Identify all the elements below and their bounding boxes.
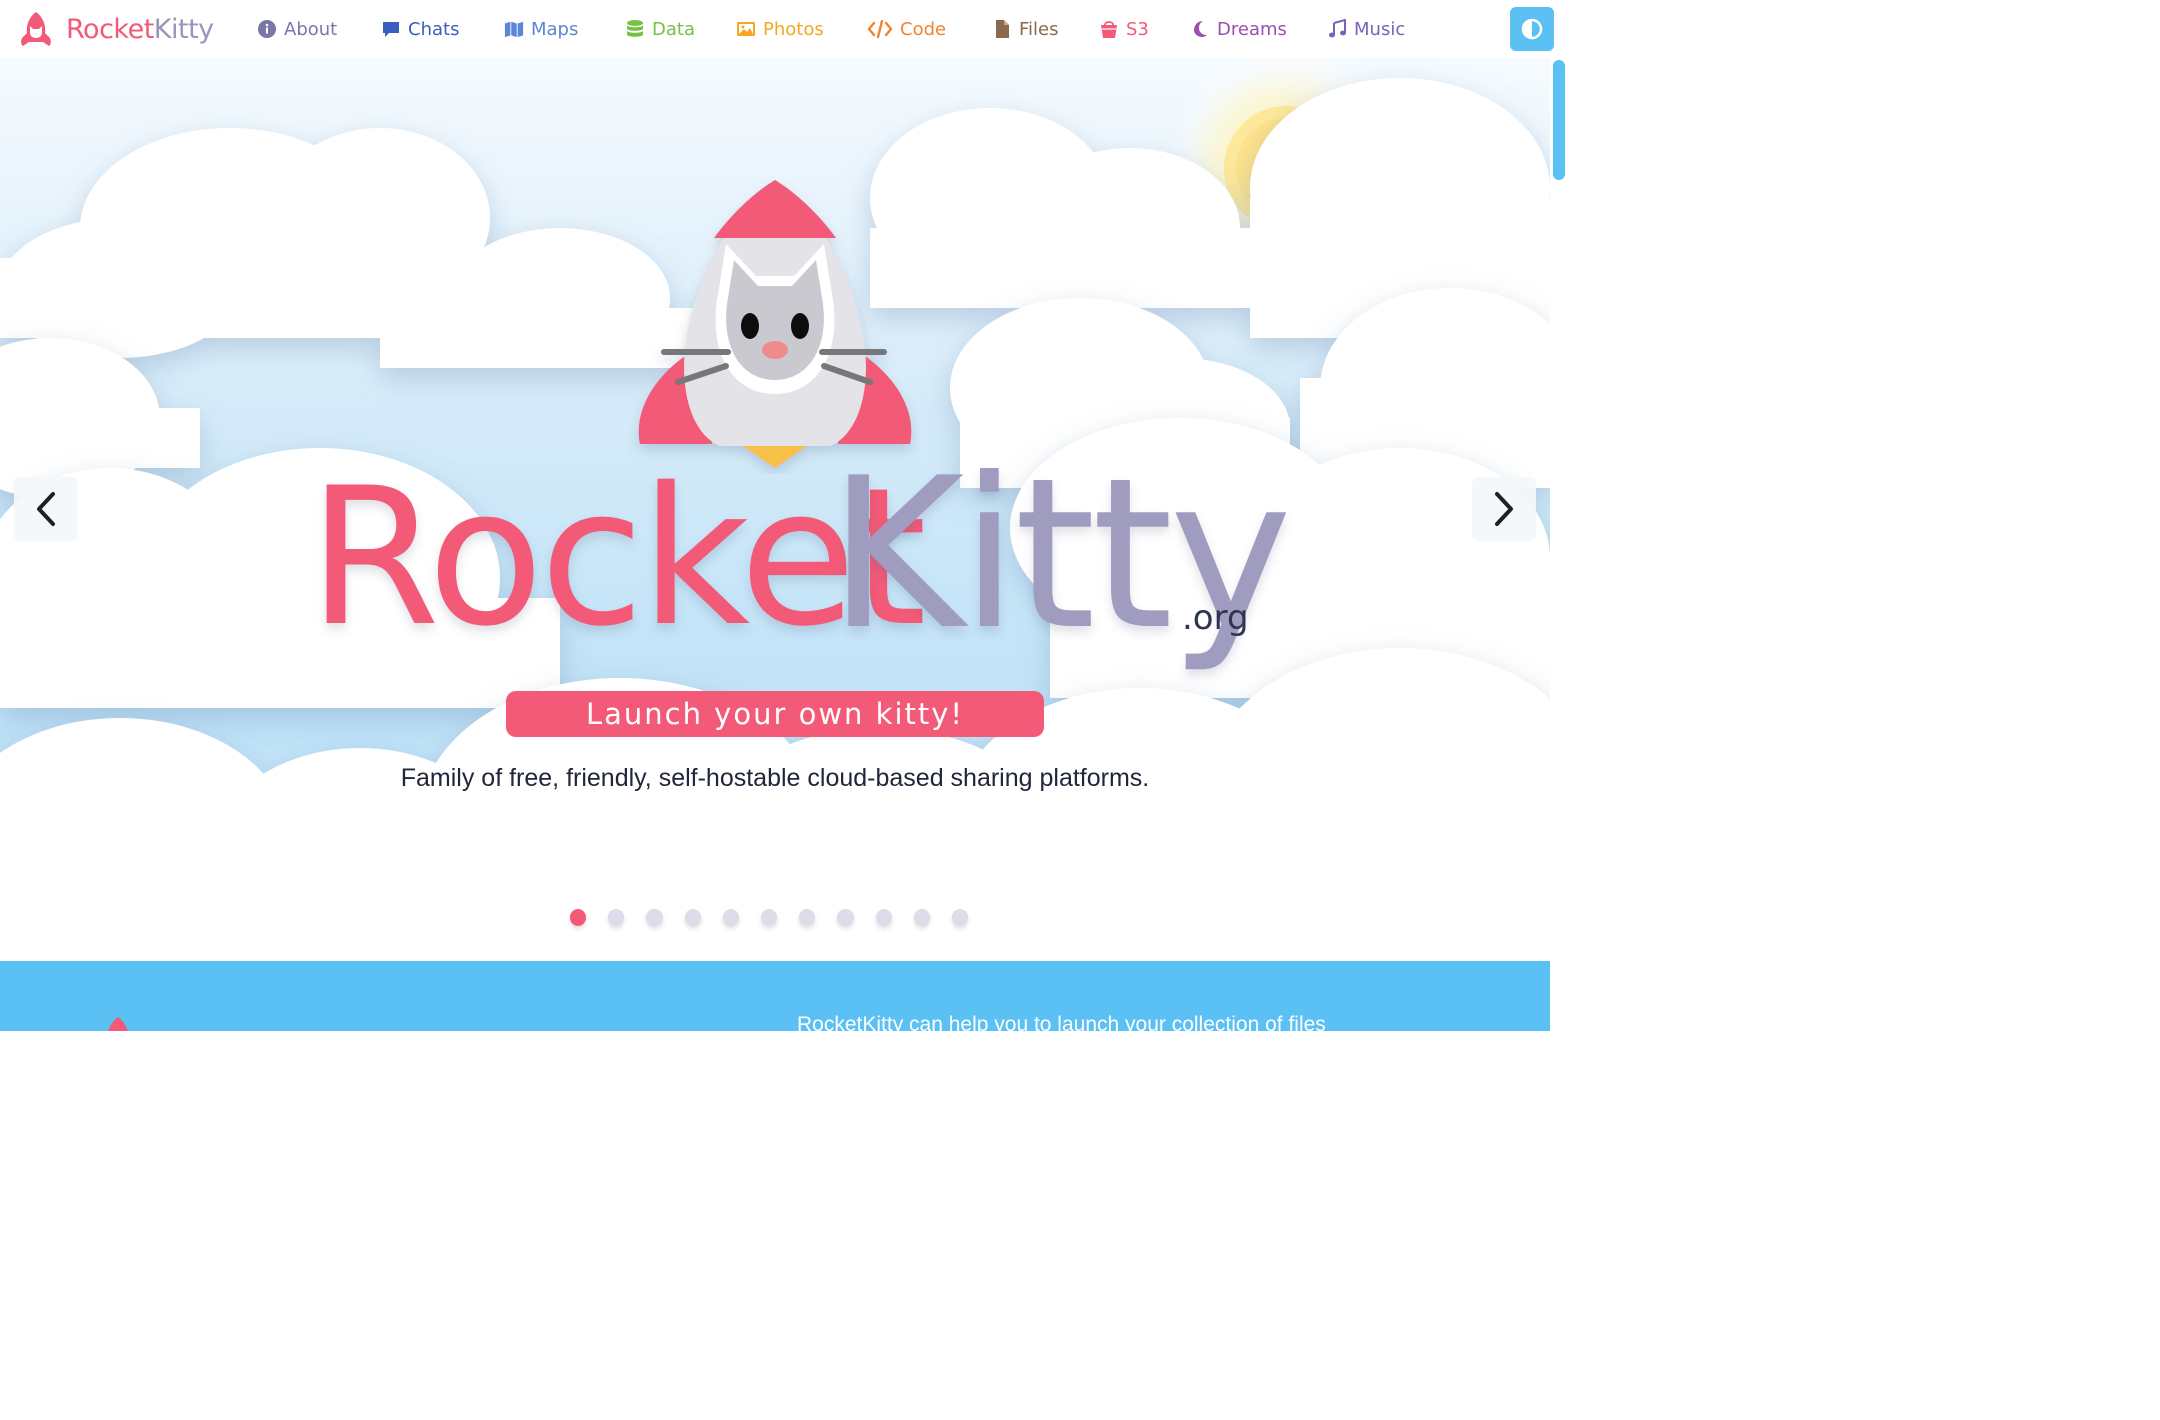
bucket-icon [1099, 19, 1119, 39]
brand-logo-link[interactable]: RocketKitty [16, 8, 214, 50]
contrast-icon [1521, 18, 1543, 40]
brand-name-kitty: Kitty [153, 13, 214, 45]
carousel-indicator-dot[interactable] [913, 909, 930, 926]
page-scrollbar[interactable] [1550, 58, 1568, 1031]
nav-link-music[interactable]: Music [1327, 15, 1405, 43]
nav-label-maps: Maps [531, 18, 579, 40]
nav-label-dreams: Dreams [1217, 18, 1287, 40]
music-note-icon [1327, 19, 1347, 39]
nav-label-photos: Photos [763, 18, 824, 40]
scrollbar-thumb[interactable] [1553, 60, 1565, 180]
image-icon [736, 19, 756, 39]
nav-link-dreams[interactable]: Dreams [1190, 15, 1287, 43]
nav-link-about[interactable]: About [257, 15, 337, 43]
carousel-next-button[interactable] [1472, 477, 1536, 541]
nav-link-files[interactable]: Files [992, 15, 1059, 43]
nav-link-data[interactable]: Data [625, 15, 695, 43]
chevron-left-icon [37, 492, 55, 526]
hero-tagline: Family of free, friendly, self-hostable … [400, 764, 1150, 792]
nav-label-s3: S3 [1126, 18, 1149, 40]
nav-link-chats[interactable]: Chats [381, 15, 459, 43]
chat-bubble-icon [381, 19, 401, 39]
intro-text: RocketKitty can help you to launch your … [797, 1013, 1326, 1031]
carousel-prev-button[interactable] [14, 477, 78, 541]
carousel-indicator-dot[interactable] [608, 909, 625, 926]
nav-link-s3[interactable]: S3 [1099, 15, 1149, 43]
database-icon [625, 19, 645, 39]
carousel-indicators [570, 909, 990, 929]
code-icon [867, 19, 893, 39]
carousel-indicator-dot[interactable] [875, 909, 892, 926]
carousel-indicator-dot[interactable] [722, 909, 739, 926]
launch-badge: Launch your own kitty! [506, 691, 1044, 737]
brand-name-rocket: Rocket [66, 13, 154, 45]
top-navbar: RocketKitty About Chats Maps Data Photos [0, 0, 1568, 58]
nav-link-photos[interactable]: Photos [736, 15, 824, 43]
moon-icon [1190, 19, 1210, 39]
nav-label-files: Files [1019, 18, 1059, 40]
nav-label-chats: Chats [408, 18, 460, 40]
carousel-indicator-dot[interactable] [760, 909, 778, 926]
nav-label-about: About [284, 18, 338, 40]
file-icon [992, 19, 1012, 39]
nav-label-data: Data [652, 18, 695, 40]
carousel-indicator-dot[interactable] [646, 909, 663, 926]
carousel-indicator-dot[interactable] [570, 909, 587, 926]
carousel-indicator-dot[interactable] [799, 909, 816, 926]
rocket-logo-icon [108, 1017, 128, 1031]
nav-label-music: Music [1354, 18, 1406, 40]
map-icon [504, 19, 524, 39]
nav-label-code: Code [900, 18, 947, 40]
hero-title: Rocket Kitty .org [308, 451, 1292, 683]
theme-toggle-button[interactable] [1510, 7, 1554, 51]
rocket-logo-icon [21, 12, 51, 46]
nav-link-maps[interactable]: Maps [504, 15, 578, 43]
info-circle-icon [257, 19, 277, 39]
chevron-right-icon [1495, 492, 1513, 526]
intro-section: RocketKitty can help you to launch your … [0, 961, 1550, 1031]
carousel-indicator-dot[interactable] [951, 909, 969, 926]
nav-link-code[interactable]: Code [867, 15, 946, 43]
brand-name: RocketKitty [66, 14, 214, 45]
rocket-kitty-illustration [638, 180, 912, 468]
hero-carousel: Rocket Kitty .org Launch your own kitty!… [0, 58, 1550, 961]
hero-title-suffix: .org [1182, 598, 1249, 638]
carousel-indicator-dot[interactable] [684, 909, 701, 926]
carousel-indicator-dot[interactable] [837, 909, 854, 926]
